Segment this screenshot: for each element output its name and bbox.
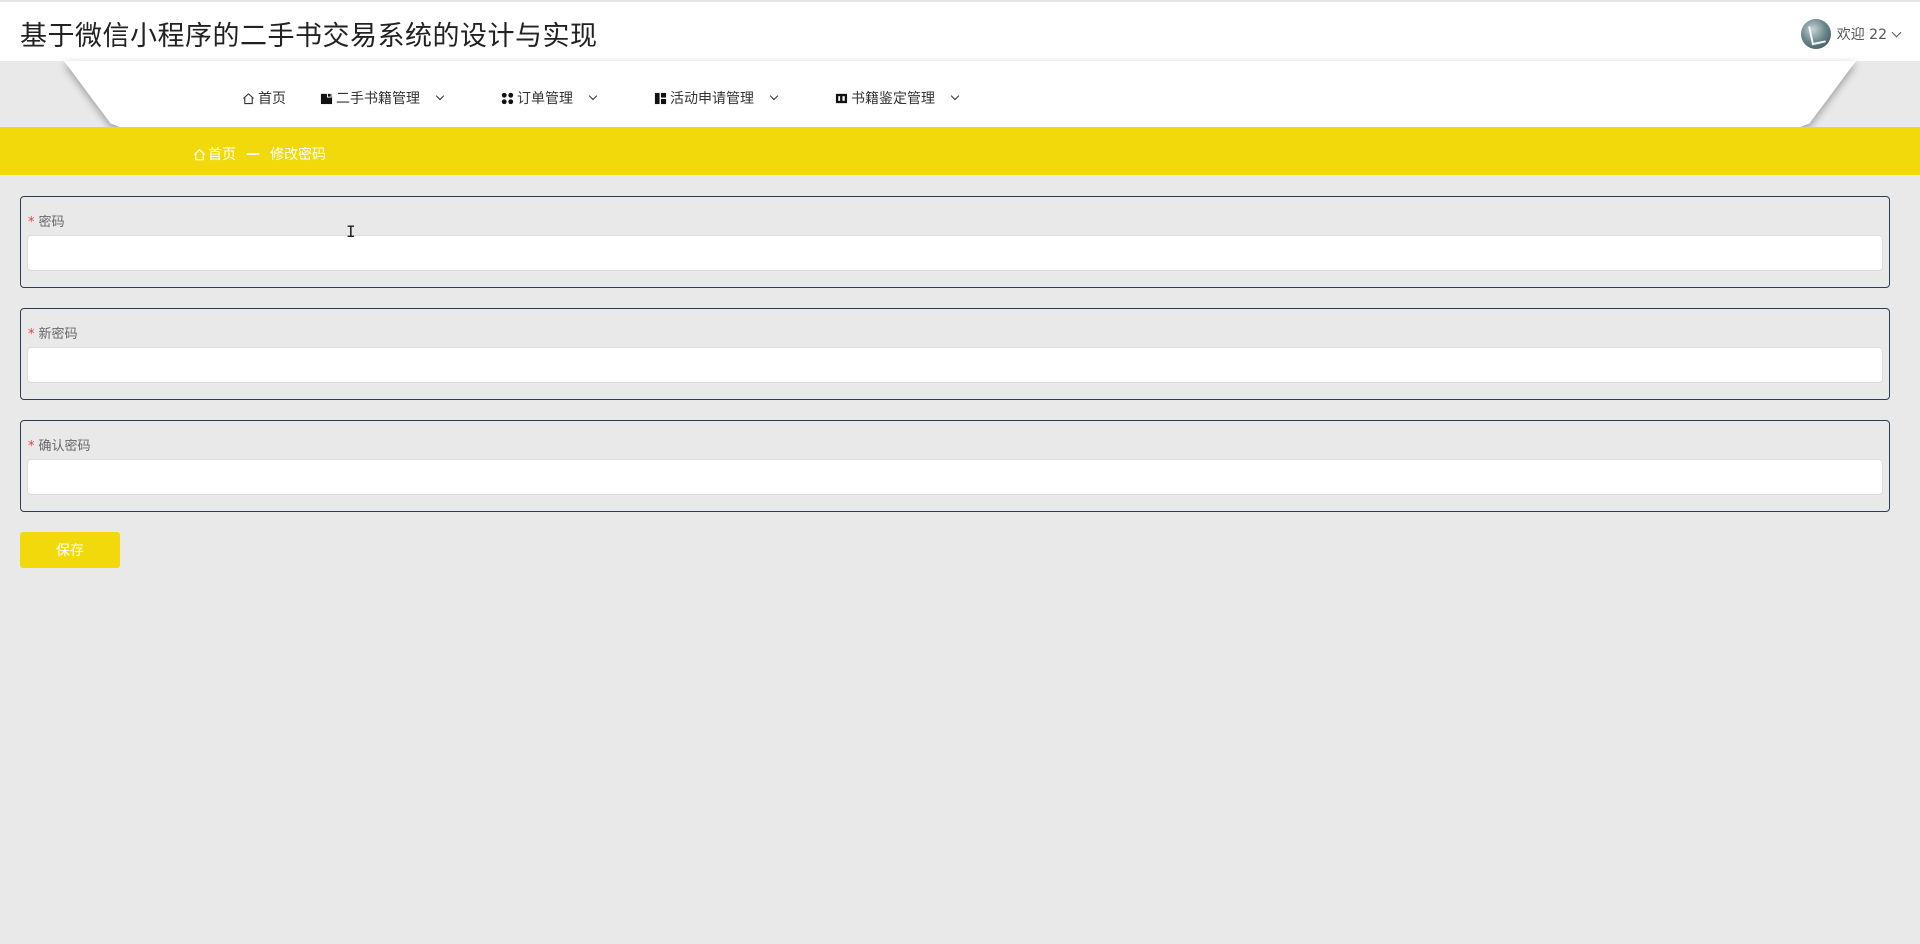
nav-item-activity[interactable]: 活动申请管理 [654, 88, 779, 108]
nav-item-label: 二手书籍管理 [336, 91, 420, 107]
required-mark: * [28, 327, 35, 342]
chevron-down-icon [769, 91, 779, 101]
new-password-label: * 新密码 [28, 323, 78, 342]
nav-item-label: 书籍鉴定管理 [851, 91, 935, 107]
password-input[interactable] [27, 235, 1883, 271]
user-greeting[interactable]: 欢迎 22 [1837, 24, 1887, 44]
new-password-label-text: 新密码 [38, 327, 78, 342]
chevron-down-icon [435, 91, 445, 101]
required-mark: * [28, 439, 35, 454]
order-grid-icon [501, 92, 514, 104]
breadcrumb-current: 修改密码 [270, 147, 326, 163]
user-menu[interactable]: 欢迎 22 [1800, 19, 1902, 49]
breadcrumb-home[interactable]: 首页 [208, 144, 236, 164]
chevron-down-icon[interactable] [1891, 27, 1902, 37]
chevron-down-icon [588, 91, 598, 101]
home-icon[interactable] [193, 148, 206, 161]
password-label-text: 密码 [38, 215, 65, 230]
confirm-password-field-card: * 确认密码 [20, 420, 1890, 512]
home-icon [243, 92, 254, 104]
confirm-password-label: * 确认密码 [28, 435, 91, 454]
nav-item-label: 订单管理 [517, 91, 573, 107]
avatar[interactable] [1800, 19, 1831, 49]
new-password-input[interactable] [27, 347, 1883, 383]
appraisal-icon [835, 93, 848, 103]
confirm-password-label-text: 确认密码 [38, 439, 91, 454]
text-cursor-icon: I [346, 222, 356, 241]
nav-item-home[interactable]: 首页 [242, 88, 286, 108]
chevron-down-icon [950, 91, 960, 101]
app-title: 基于微信小程序的二手书交易系统的设计与实现 [20, 21, 598, 52]
top-header: 基于微信小程序的二手书交易系统的设计与实现 欢迎 22 [0, 0, 1920, 61]
required-mark: * [28, 215, 35, 230]
nav-item-appraisal[interactable]: 书籍鉴定管理 [835, 88, 960, 108]
nav-item-orders[interactable]: 订单管理 [501, 88, 598, 108]
nav-item-book-manage[interactable]: 二手书籍管理 [320, 88, 445, 108]
activity-layout-icon [654, 92, 667, 104]
nav-item-label: 首页 [258, 91, 286, 107]
confirm-password-input[interactable] [27, 459, 1883, 495]
new-password-field-card: * 新密码 [20, 308, 1890, 400]
password-field-card: * 密码 [20, 196, 1890, 288]
nav-items: 首页 二手书籍管理 订单管理 活动申请管理 书籍鉴定管理 [242, 88, 960, 108]
book-manage-icon [320, 92, 333, 104]
breadcrumb: 首页 — 修改密码 [193, 144, 326, 164]
password-label: * 密码 [28, 211, 65, 230]
save-button[interactable]: 保存 [20, 532, 120, 568]
breadcrumb-separator: — [246, 146, 260, 162]
nav-item-label: 活动申请管理 [670, 91, 754, 107]
main-nav: 首页 二手书籍管理 订单管理 活动申请管理 书籍鉴定管理 [0, 61, 1920, 129]
